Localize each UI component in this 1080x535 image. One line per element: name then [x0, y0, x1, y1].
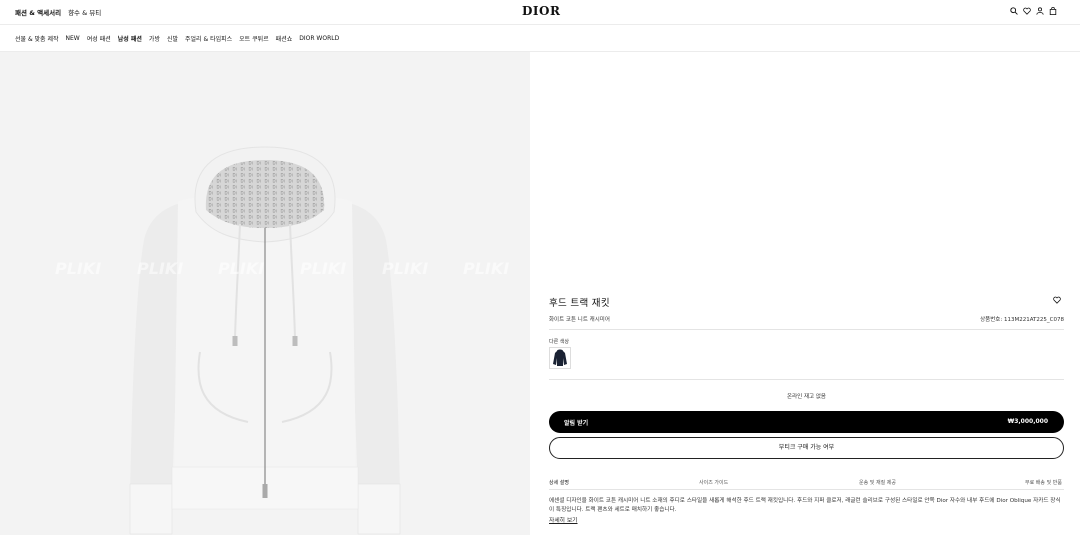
nav-item-jewelry[interactable]: 주얼리 & 타임피스 [185, 34, 232, 43]
product-subtitle: 화이트 코튼 니트 캐시미어 [549, 317, 610, 323]
tab-free-shipping[interactable]: 무료 배송 및 반품 [1025, 479, 1062, 486]
product-tabs: 상세 설명 사이즈 가이드 운송 및 재질 제공 무료 배송 및 반품 [549, 475, 1064, 490]
watermark-text: PLIKI [218, 259, 264, 278]
watermark-text: PLIKI [382, 259, 428, 278]
color-swatch[interactable] [549, 347, 571, 369]
bag-icon[interactable] [1049, 7, 1057, 15]
nav-item-fashion-show[interactable]: 패션쇼 [276, 34, 293, 43]
product-image[interactable]: Di PLIKI PLIKI PLIKI PLIKI PLIKI [0, 52, 530, 535]
nav-item-shoes[interactable]: 신발 [167, 34, 178, 43]
dior-logo[interactable]: DIOR [522, 4, 560, 18]
tabs-divider [549, 489, 1064, 490]
notify-button[interactable]: 알림 받기 ₩3,000,000 [549, 411, 1064, 433]
stock-status: 온라인 재고 없음 [787, 394, 826, 400]
navy-jacket-thumbnail [553, 349, 567, 366]
more-link[interactable]: 자세히 보기 [549, 515, 578, 524]
watermark-text: PLIKI [300, 259, 346, 278]
nav-item-women[interactable]: 여성 패션 [87, 34, 111, 43]
top-bar: 패션 & 액세서리 향수 & 뷰티 DIOR [0, 0, 1080, 25]
top-link-beauty[interactable]: 향수 & 뷰티 [68, 7, 101, 17]
watermark-text: PLIKI [463, 259, 509, 278]
boutique-availability-button[interactable]: 부티크 구매 가능 여부 [549, 437, 1064, 459]
product-title: 후드 트랙 재킷 [549, 298, 610, 309]
heart-icon[interactable] [1023, 7, 1031, 15]
nav-item-new[interactable]: NEW [66, 35, 80, 42]
product-description: 에센셜 디자인을 화이트 코튼 캐시미어 니트 소재의 후디로 스타일을 새롭게… [549, 498, 1061, 513]
heart-icon[interactable] [1053, 296, 1061, 304]
tab-size-guide[interactable]: 사이즈 가이드 [699, 479, 728, 486]
main-nav: 선물 & 맞춤 제작 NEW 여성 패션 남성 패션 가방 신발 주얼리 & 타… [15, 34, 339, 43]
header-icons [1010, 7, 1057, 15]
divider [549, 379, 1064, 380]
nav-item-dior-world[interactable]: DIOR WORLD [299, 35, 339, 42]
nav-item-gifts[interactable]: 선물 & 맞춤 제작 [15, 34, 59, 43]
top-link-fashion[interactable]: 패션 & 액세서리 [15, 7, 61, 17]
watermark-text: PLIKI [137, 259, 183, 278]
product-price: ₩3,000,000 [1007, 418, 1048, 425]
tab-shipping-material[interactable]: 운송 및 재질 제공 [859, 479, 896, 486]
top-nav: 패션 & 액세서리 향수 & 뷰티 [15, 7, 101, 17]
color-label: 다른 색상 [549, 339, 569, 345]
hoodie-illustration: Di PLIKI PLIKI PLIKI PLIKI PLIKI [55, 146, 509, 535]
divider [549, 329, 1064, 330]
nav-item-men[interactable]: 남성 패션 [118, 34, 142, 43]
account-icon[interactable] [1036, 7, 1044, 15]
product-code: 상품번호: 113M221AT225_C078 [980, 317, 1064, 323]
search-icon[interactable] [1010, 7, 1018, 15]
notify-button-label: 알림 받기 [564, 420, 589, 427]
nav-item-bags[interactable]: 가방 [149, 34, 160, 43]
nav-item-haute-couture[interactable]: 오트 쿠튀르 [239, 34, 269, 43]
watermark-text: PLIKI [55, 259, 101, 278]
